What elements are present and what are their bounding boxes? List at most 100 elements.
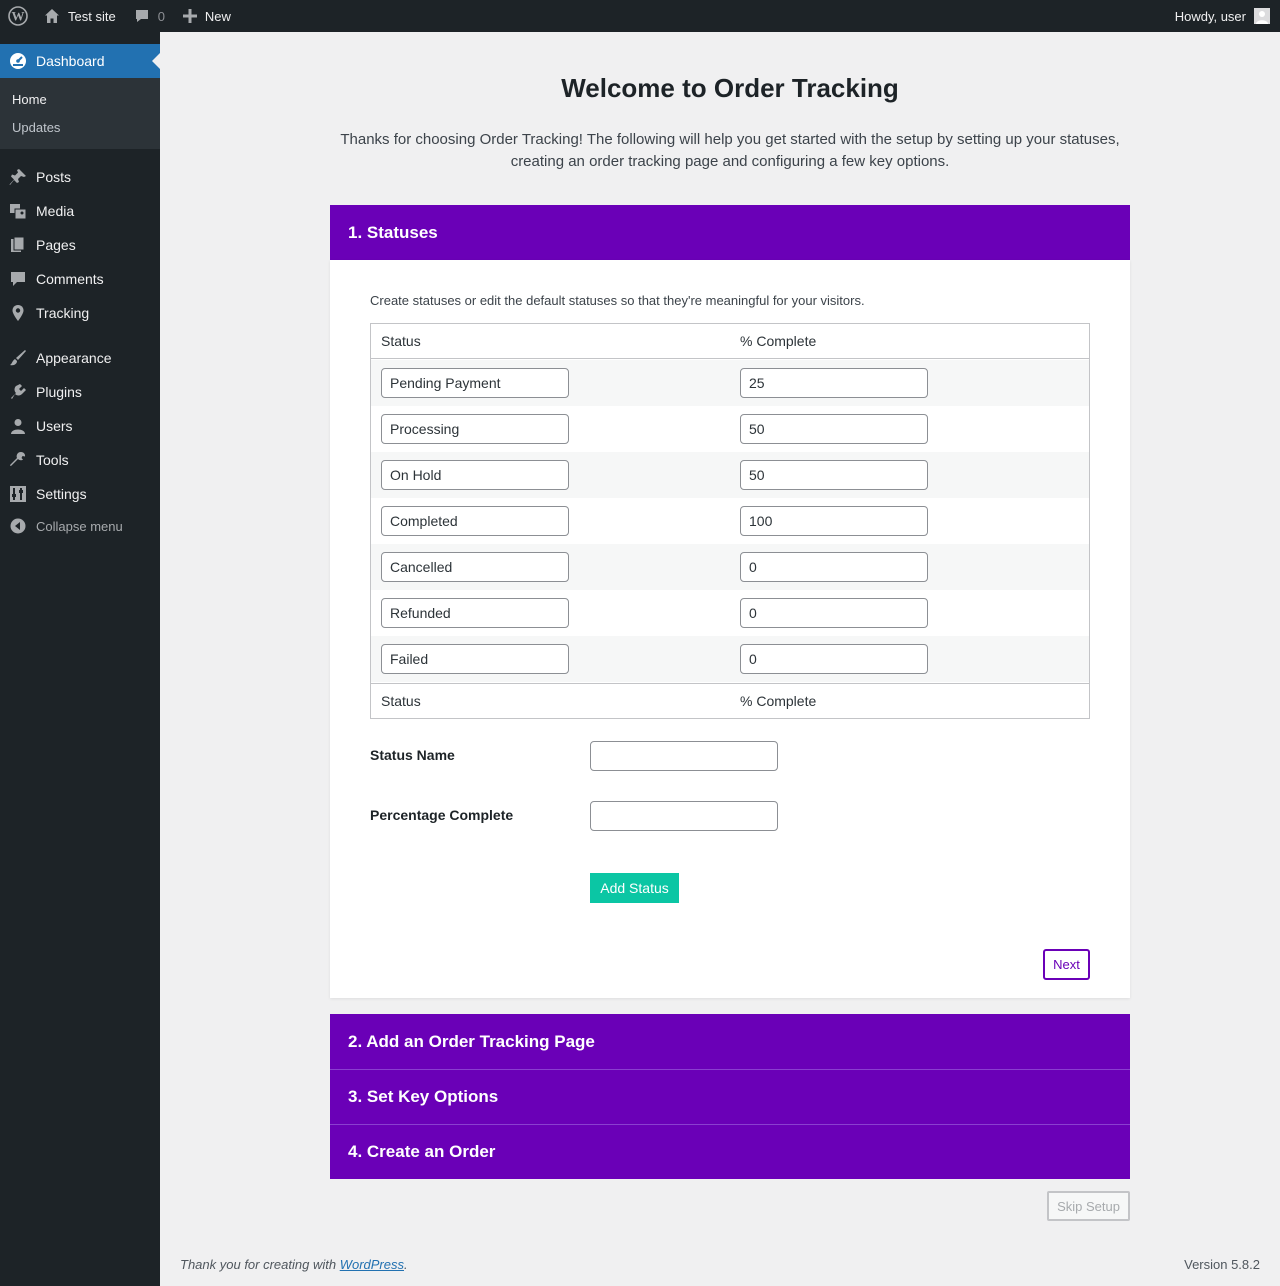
status-percent-input[interactable] (740, 598, 928, 628)
collapse-menu-button[interactable]: Collapse menu (0, 509, 160, 543)
current-menu-arrow (152, 53, 160, 69)
sidebar-item-users[interactable]: Users (0, 409, 160, 443)
new-percentage-input[interactable] (590, 801, 778, 831)
pages-icon (0, 236, 36, 254)
sidebar-item-label: Users (36, 418, 73, 434)
sidebar-item-dashboard[interactable]: Dashboard (0, 44, 160, 78)
status-percent-input[interactable] (740, 460, 928, 490)
status-table: Status % Complete Pending Payment 25 Pro… (370, 323, 1090, 719)
column-header-status: Status (381, 333, 421, 349)
skip-setup-button[interactable]: Skip Setup (1047, 1191, 1130, 1221)
sidebar-item-tools[interactable]: Tools (0, 443, 160, 477)
table-row (371, 544, 1089, 590)
add-status-button[interactable]: Add Status (590, 873, 679, 903)
column-header-percent: % Complete (740, 333, 817, 349)
percentage-complete-label: Percentage Complete (370, 807, 514, 823)
sidebar-item-posts[interactable]: Posts (0, 160, 160, 194)
step-header-key-options[interactable]: 3. Set Key Options (330, 1069, 1130, 1124)
status-percent-input[interactable] (740, 414, 928, 444)
sidebar-item-label: Appearance (36, 350, 112, 366)
table-header: Status % Complete (371, 324, 1089, 359)
status-name-label: Status Name (370, 747, 455, 763)
paintbrush-icon (0, 349, 36, 367)
media-icon (0, 202, 36, 220)
step-header-statuses[interactable]: 1. Statuses (330, 205, 1130, 260)
submenu-item-home[interactable]: Home (12, 92, 47, 107)
status-percent-input[interactable] (740, 506, 928, 536)
sidebar-item-label: Settings (36, 486, 87, 502)
admin-sidebar: Dashboard Home Updates Posts Media Pages… (0, 32, 160, 1286)
collapse-arrow-icon (0, 518, 36, 534)
plus-icon (182, 9, 197, 23)
table-row (371, 452, 1089, 498)
next-button[interactable]: Next (1043, 949, 1090, 980)
status-name-input[interactable] (381, 368, 569, 398)
sidebar-item-appearance[interactable]: Appearance (0, 341, 160, 375)
plugin-icon (0, 383, 36, 401)
wordpress-logo-icon[interactable]: W (2, 0, 34, 32)
dashboard-icon (0, 52, 36, 70)
table-row (371, 406, 1089, 452)
page-title: Welcome to Order Tracking (561, 73, 899, 103)
step-header-create-order[interactable]: 4. Create an Order (330, 1124, 1130, 1179)
table-row (371, 636, 1089, 682)
sidebar-item-pages[interactable]: Pages (0, 228, 160, 262)
status-percent-input[interactable] (740, 552, 928, 582)
site-name-label: Test site (68, 8, 116, 24)
comments-icon (0, 270, 36, 288)
status-name-input[interactable] (381, 552, 569, 582)
comments-link[interactable]: 0 (134, 0, 165, 32)
sidebar-item-label: Pages (36, 237, 76, 253)
footer-thanks-suffix: . (404, 1257, 408, 1272)
sidebar-item-settings[interactable]: Settings (0, 477, 160, 511)
sidebar-item-label: Plugins (36, 384, 82, 400)
sidebar-item-comments[interactable]: Comments (0, 262, 160, 296)
footer-version: Version 5.8.2 (1184, 1257, 1260, 1272)
sidebar-item-tracking[interactable]: Tracking (0, 296, 160, 330)
wrench-icon (0, 451, 36, 469)
status-name-input[interactable] (381, 598, 569, 628)
collapse-menu-label: Collapse menu (36, 518, 123, 534)
dashboard-submenu: Home Updates (0, 78, 160, 149)
svg-text:W: W (12, 9, 25, 24)
status-percent-input[interactable] (740, 644, 928, 674)
new-content-link[interactable]: New (182, 0, 231, 32)
wordpress-link[interactable]: WordPress (340, 1257, 404, 1272)
admin-bar: W Test site 0 New Howdy, user (0, 0, 1280, 32)
settings-sliders-icon (0, 485, 36, 503)
submenu-item-updates[interactable]: Updates (12, 120, 60, 135)
statuses-panel: Create statuses or edit the default stat… (330, 260, 1130, 998)
comment-icon (135, 10, 148, 22)
account-menu[interactable]: Howdy, user (1175, 0, 1270, 32)
sidebar-item-label: Media (36, 203, 75, 219)
sidebar-item-label: Posts (36, 169, 72, 185)
site-name-link[interactable]: Test site (44, 0, 116, 32)
howdy-label: Howdy, user (1174, 8, 1246, 24)
status-name-input[interactable] (381, 506, 569, 536)
status-name-input[interactable] (381, 460, 569, 490)
table-row (371, 590, 1089, 636)
column-footer-percent: % Complete (740, 693, 817, 709)
sidebar-item-label: Comments (36, 271, 104, 287)
status-percent-input[interactable] (740, 368, 928, 398)
sidebar-item-label: Tracking (36, 305, 90, 321)
avatar (1254, 8, 1270, 24)
status-name-input[interactable] (381, 644, 569, 674)
pushpin-icon (0, 168, 36, 186)
user-icon (0, 417, 36, 435)
table-row (371, 360, 1089, 406)
sidebar-item-media[interactable]: Media (0, 194, 160, 228)
step-header-order-tracking-page[interactable]: 2. Add an Order Tracking Page (330, 1014, 1130, 1069)
table-row (371, 498, 1089, 544)
location-pin-icon (0, 304, 36, 322)
column-footer-status: Status (381, 693, 421, 709)
home-icon (45, 9, 59, 23)
new-status-name-input[interactable] (590, 741, 778, 771)
sidebar-item-label: Dashboard (36, 53, 105, 69)
status-name-input[interactable] (381, 414, 569, 444)
sidebar-item-label: Tools (36, 452, 69, 468)
new-label: New (204, 8, 231, 24)
footer-thanks: Thank you for creating with WordPress. (180, 1257, 408, 1272)
comments-count: 0 (157, 8, 165, 24)
sidebar-item-plugins[interactable]: Plugins (0, 375, 160, 409)
